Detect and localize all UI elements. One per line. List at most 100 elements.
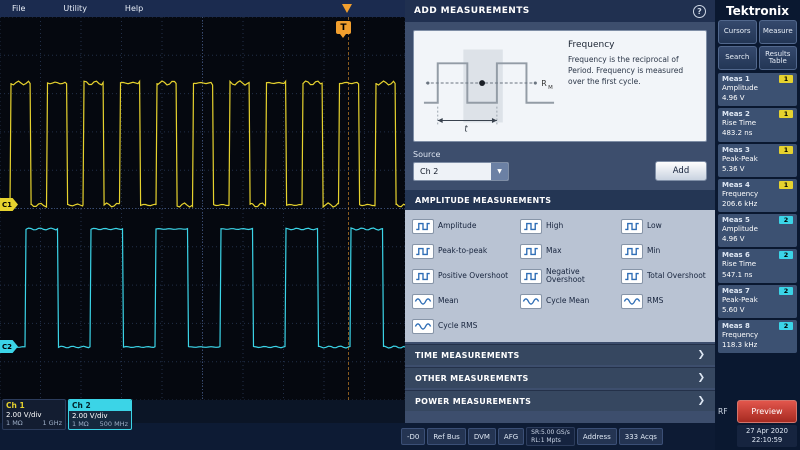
channel-1-badge: 1 bbox=[779, 146, 793, 154]
peak-to-peak-icon bbox=[412, 244, 434, 259]
ch1-impedance: 1 MΩ bbox=[6, 419, 23, 427]
results-sidebar: Tektronix Cursors Measure Search Results… bbox=[715, 0, 800, 450]
source-dropdown[interactable]: Ch 2 ▼ bbox=[413, 162, 509, 181]
add-button[interactable]: Add bbox=[655, 161, 707, 181]
meas-8-tile[interactable]: Meas 82 Frequency 118.3 kHz bbox=[718, 320, 797, 353]
trigger-flag[interactable]: T bbox=[336, 21, 351, 34]
measurement-high[interactable]: High bbox=[516, 214, 615, 238]
measurement-total-overshoot[interactable]: Total Overshoot bbox=[617, 264, 710, 288]
channel-2-badge: 2 bbox=[779, 322, 793, 330]
frequency-diagram: R M t bbox=[420, 37, 558, 133]
tektronix-logo: Tektronix bbox=[718, 2, 797, 20]
acquisitions-readout: 333 Acqs bbox=[619, 428, 663, 445]
time: 22:10:59 bbox=[740, 436, 794, 445]
chevron-right-icon: ❯ bbox=[697, 350, 705, 360]
ch2-name: Ch 2 bbox=[69, 400, 131, 411]
power-measurements-section[interactable]: POWER MEASUREMENTS ❯ bbox=[405, 390, 715, 411]
trigger-position-icon[interactable] bbox=[342, 4, 352, 13]
meas-5-tile[interactable]: Meas 52 Amplitude 4.96 V bbox=[718, 214, 797, 247]
cycle-rms-icon bbox=[412, 319, 434, 334]
d0-button[interactable]: -D0 bbox=[401, 428, 425, 445]
channel-2-badge: 2 bbox=[779, 251, 793, 259]
source-label: Source bbox=[413, 150, 509, 159]
source-value: Ch 2 bbox=[414, 163, 491, 180]
amplitude-measurements-header: AMPLITUDE MEASUREMENTS bbox=[405, 190, 715, 210]
measurement-positive-overshoot[interactable]: Positive Overshoot bbox=[408, 264, 514, 288]
meas-3-tile[interactable]: Meas 31 Peak-Peak 5.36 V bbox=[718, 144, 797, 177]
time-measurements-section[interactable]: TIME MEASUREMENTS ❯ bbox=[405, 344, 715, 365]
ch1-bandwidth: 1 GHz bbox=[42, 419, 62, 427]
meas-7-tile[interactable]: Meas 72 Peak-Peak 5.60 V bbox=[718, 285, 797, 318]
panel-header: ADD MEASUREMENTS ? bbox=[405, 0, 715, 22]
measurement-peak-to-peak[interactable]: Peak-to-peak bbox=[408, 239, 514, 263]
ch1-badge[interactable]: Ch 1 2.00 V/div 1 MΩ 1 GHz bbox=[2, 399, 66, 430]
datetime-readout: 27 Apr 2020 22:10:59 bbox=[737, 425, 797, 447]
low-icon bbox=[621, 219, 643, 234]
measurement-badges: Meas 11 Amplitude 4.96 V Meas 21 Rise Ti… bbox=[718, 73, 797, 353]
chevron-right-icon: ❯ bbox=[697, 396, 705, 406]
channel-2-badge: 2 bbox=[779, 216, 793, 224]
high-icon bbox=[520, 219, 542, 234]
dvm-button[interactable]: DVM bbox=[468, 428, 496, 445]
positive-overshoot-icon bbox=[412, 269, 434, 284]
oscilloscope-screen: File Utility Help T C1 C2 Ch 1 2.00 V/di… bbox=[0, 0, 800, 450]
ch2-bandwidth: 500 MHz bbox=[100, 420, 128, 428]
measurement-rms[interactable]: RMS bbox=[617, 289, 710, 313]
results-table-button[interactable]: Results Table bbox=[759, 46, 798, 70]
ch2-badge[interactable]: Ch 2 2.00 V/div 1 MΩ 500 MHz bbox=[68, 399, 132, 430]
other-measurements-section[interactable]: OTHER MEASUREMENTS ❯ bbox=[405, 367, 715, 388]
measurement-info-card: R M t Frequency Frequency is the recipro… bbox=[413, 30, 707, 142]
cursors-button[interactable]: Cursors bbox=[718, 20, 757, 44]
preview-button[interactable]: Preview bbox=[737, 400, 797, 423]
menu-help[interactable]: Help bbox=[125, 4, 143, 13]
mean-icon bbox=[412, 294, 434, 309]
meas-1-tile[interactable]: Meas 11 Amplitude 4.96 V bbox=[718, 73, 797, 106]
total-overshoot-icon bbox=[621, 269, 643, 284]
measure-button[interactable]: Measure bbox=[759, 20, 798, 44]
trigger-line bbox=[348, 17, 349, 400]
graticule-and-waveforms bbox=[0, 17, 405, 400]
svg-text:M: M bbox=[548, 85, 553, 91]
channel-1-badge: 1 bbox=[779, 181, 793, 189]
menu-utility[interactable]: Utility bbox=[63, 4, 87, 13]
measurement-min[interactable]: Min bbox=[617, 239, 710, 263]
help-icon[interactable]: ? bbox=[693, 5, 706, 18]
amplitude-icon bbox=[412, 219, 434, 234]
search-button[interactable]: Search bbox=[718, 46, 757, 70]
measurement-negative-overshoot[interactable]: Negative Overshoot bbox=[516, 264, 615, 288]
measurement-name: Frequency bbox=[568, 40, 698, 50]
svg-text:t: t bbox=[464, 123, 468, 133]
svg-text:R: R bbox=[541, 79, 547, 88]
meas-6-tile[interactable]: Meas 62 Rise Time 547.1 ns bbox=[718, 249, 797, 282]
channel-2-badge: 2 bbox=[779, 287, 793, 295]
measurement-max[interactable]: Max bbox=[516, 239, 615, 263]
add-measurements-panel: ADD MEASUREMENTS ? R M bbox=[405, 0, 715, 423]
chevron-right-icon: ❯ bbox=[697, 373, 705, 383]
date: 27 Apr 2020 bbox=[740, 427, 794, 436]
measurement-low[interactable]: Low bbox=[617, 214, 710, 238]
ch2-impedance: 1 MΩ bbox=[72, 420, 89, 428]
menu-file[interactable]: File bbox=[12, 4, 25, 13]
afg-button[interactable]: AFG bbox=[498, 428, 524, 445]
channel-1-badge: 1 bbox=[779, 110, 793, 118]
measurement-cycle-mean[interactable]: Cycle Mean bbox=[516, 289, 615, 313]
min-icon bbox=[621, 244, 643, 259]
meas-2-tile[interactable]: Meas 21 Rise Time 483.2 ns bbox=[718, 108, 797, 141]
ref-bus-button[interactable]: Ref Bus bbox=[427, 428, 465, 445]
chevron-down-icon: ▼ bbox=[491, 163, 508, 180]
waveform-display[interactable]: T C1 C2 bbox=[0, 17, 405, 400]
negative-overshoot-icon bbox=[520, 269, 542, 284]
ch1-name: Ch 1 bbox=[3, 400, 65, 410]
menu-bar: File Utility Help bbox=[0, 0, 405, 17]
meas-4-tile[interactable]: Meas 41 Frequency 206.6 kHz bbox=[718, 179, 797, 212]
ch1-scale: 2.00 V/div bbox=[3, 410, 65, 419]
measurement-cycle-rms[interactable]: Cycle RMS bbox=[408, 314, 514, 338]
address-button[interactable]: Address bbox=[577, 428, 617, 445]
measurement-mean[interactable]: Mean bbox=[408, 289, 514, 313]
ch2-scale: 2.00 V/div bbox=[69, 411, 131, 420]
rf-label: RF bbox=[718, 407, 734, 416]
max-icon bbox=[520, 244, 542, 259]
channel-1-badge: 1 bbox=[779, 75, 793, 83]
measurement-amplitude[interactable]: Amplitude bbox=[408, 214, 514, 238]
rms-icon bbox=[621, 294, 643, 309]
